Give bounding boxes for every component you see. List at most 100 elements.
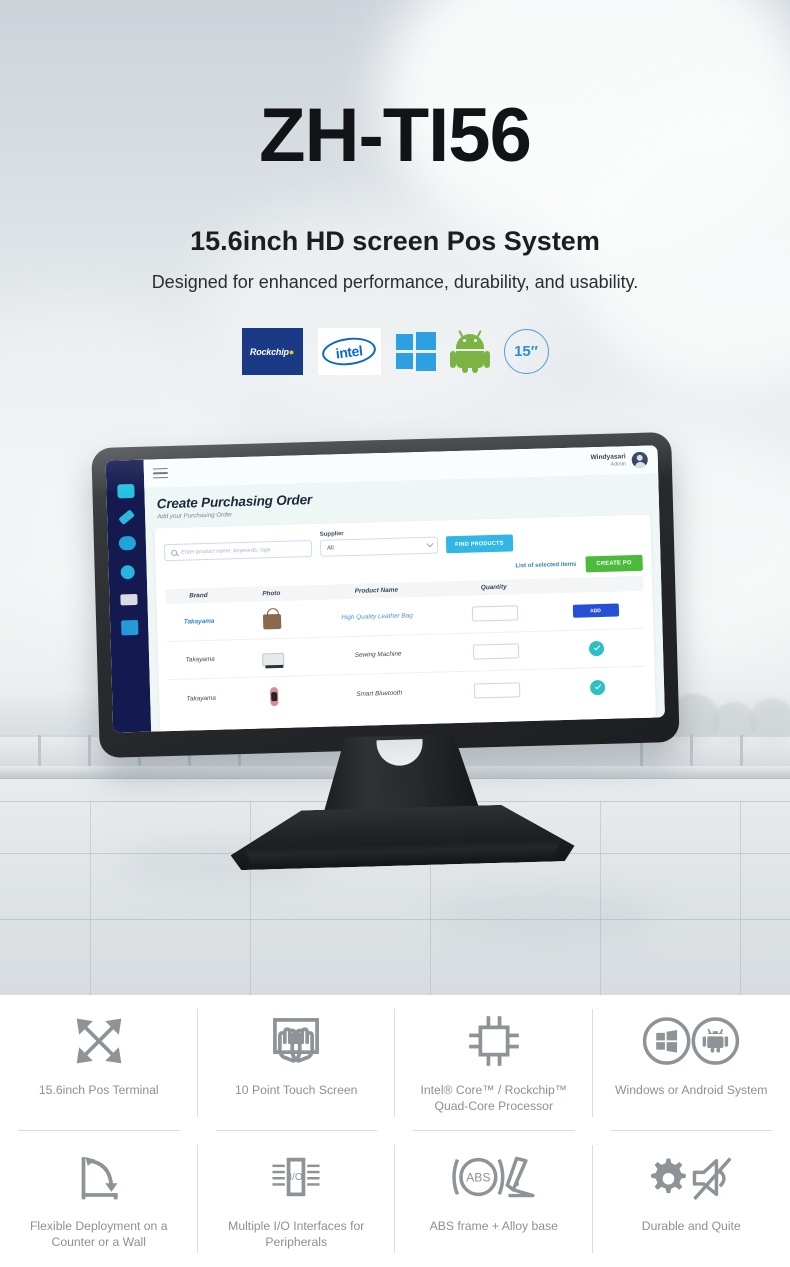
feature-item-size: 15.6inch Pos Terminal [0,995,198,1131]
column-header-photo: Photo [262,589,281,598]
feature-item-os: Windows or Android System [593,995,790,1131]
railing-post [88,735,91,769]
row-photo [233,646,314,670]
products-table: Brand Photo Product Name Quantity Takaya… [165,575,646,718]
rockchip-label: Rockchip [249,346,289,357]
product-model-title: ZH-TI56 [259,93,532,178]
abs-frame-icon: ABS [444,1145,544,1209]
user-role: Admin [610,460,626,468]
row-quantity [444,681,549,699]
windows-logo-icon [395,332,436,371]
app-main-area: Windyasari Admin Create Purchasing Order… [143,445,665,732]
feature-item-cpu: Intel® Core™ / Rockchip™ Quad-Core Proce… [395,995,593,1131]
brand-badge-row: Rockchip● intel 15″ [0,328,790,375]
leather-bag-photo [262,613,282,629]
flexible-mount-icon [68,1145,130,1209]
feature-label: Durable and Quite [641,1219,741,1233]
smart-bluetooth-photo [269,687,279,707]
row-action [548,640,645,658]
svg-text:ABS: ABS [466,1171,490,1185]
quantity-input[interactable] [472,643,519,660]
row-product-name[interactable]: High Quality Leather Bag [312,611,442,622]
rockchip-logo-icon: Rockchip● [241,328,303,375]
floor-tile-line [740,801,741,995]
column-header-action [546,580,643,590]
feature-item-io: I/O Multiple I/O Interfaces for Peripher… [198,1131,396,1267]
sidebar-globe-icon[interactable] [120,565,135,580]
railing-post [690,735,693,769]
supplier-value: All [327,544,334,552]
feature-label: Flexible Deployment on a Counter or a Wa… [29,1219,168,1250]
railing-post [38,735,41,769]
feature-label: Multiple I/O Interfaces for Peripherals [228,1219,365,1250]
filter-row: Enter product name, keywords, tags Suppl… [163,523,643,562]
hero-section: ZH-TI56 15.6inch HD screen Pos System De… [0,0,790,995]
selected-check-icon[interactable] [589,679,606,695]
monitor-bezel: Windyasari Admin Create Purchasing Order… [91,431,680,759]
android-logo-icon [449,329,490,373]
row-photo [234,684,315,708]
feature-item-abs: ABS ABS frame + Alloy base [395,1131,593,1267]
quantity-input[interactable] [471,605,518,622]
windows-android-circles-icon [638,1009,744,1073]
search-icon [171,549,178,556]
diagonal-arrows-icon [68,1009,130,1073]
screen-size-badge: 15″ [503,329,549,374]
sidebar-home-icon[interactable] [116,483,135,499]
ten-finger-touch-icon [265,1009,327,1073]
floor-smudge [430,889,660,944]
railing-post [740,735,743,769]
row-quantity [442,605,547,623]
floor-tile-line [250,801,251,995]
sidebar-report-icon[interactable] [120,619,138,636]
sidebar-users-icon[interactable] [118,535,136,551]
hamburger-menu-icon[interactable] [152,465,169,481]
avatar[interactable] [631,451,648,469]
pos-software-screen: Windyasari Admin Create Purchasing Order… [105,445,665,733]
find-products-button[interactable]: FIND PRODUCTS [445,534,513,554]
supplier-select[interactable]: All [319,536,439,557]
row-action: ADD [547,603,644,619]
floor-tile-line [0,919,790,920]
column-header-brand: Brand [189,591,208,600]
supplier-field: Supplier All [320,529,439,557]
search-input[interactable]: Enter product name, keywords, tags [163,540,313,562]
io-ports-icon: I/O [265,1145,327,1209]
user-profile[interactable]: Windyasari Admin [590,451,648,470]
row-product-name[interactable]: Sewing Machine [313,649,443,660]
selected-check-icon[interactable] [588,640,605,657]
svg-text:I/O: I/O [290,1172,304,1183]
feature-label: 15.6inch Pos Terminal [38,1083,159,1097]
row-brand: Takayama [183,617,215,626]
add-button[interactable]: ADD [572,603,619,618]
row-product-name[interactable]: Smart Bluetooth [314,688,444,699]
create-po-button[interactable]: CREATE PO [585,554,643,573]
feature-grid: 15.6inch Pos Terminal 10 Point Touch Scr… [0,995,790,1267]
row-action [549,678,646,696]
cpu-chip-icon [463,1009,525,1073]
feature-label: Intel® Core™ / Rockchip™ Quad-Core Proce… [420,1083,567,1114]
floor-tile-line [90,801,91,995]
product-subtagline: Designed for enhanced performance, durab… [151,272,639,292]
feature-item-touch: 10 Point Touch Screen [198,995,396,1131]
sidebar-edit-icon[interactable] [117,509,135,526]
row-brand: Takayama [186,694,216,703]
chevron-down-icon [426,540,434,548]
feature-item-quiet: Durable and Quite [593,1131,790,1267]
column-header-name: Product Name [354,586,399,595]
row-photo [232,608,313,632]
feature-label: Windows or Android System [615,1083,768,1097]
floor-tile-line [600,801,601,995]
pos-terminal-product-image: Windyasari Admin Create Purchasing Order… [91,431,681,798]
row-quantity [443,642,548,660]
sewing-machine-photo [262,652,285,666]
feature-item-mount: Flexible Deployment on a Counter or a Wa… [0,1131,198,1267]
column-header-quantity: Quantity [480,583,507,592]
intel-label: intel [320,334,378,369]
quantity-input[interactable] [473,681,520,699]
sidebar-card-icon[interactable] [119,593,138,606]
row-brand: Takayama [185,655,215,664]
intel-logo-icon: intel [317,328,381,375]
feature-label: ABS frame + Alloy base [429,1219,558,1233]
gear-mute-icon [639,1145,743,1209]
